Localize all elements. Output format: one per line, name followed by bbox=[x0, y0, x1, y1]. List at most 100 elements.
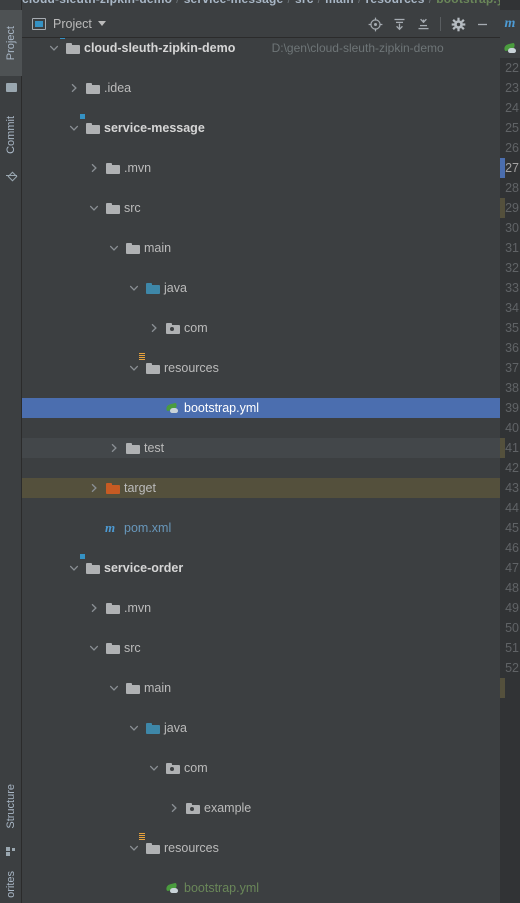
chevron-right-icon[interactable] bbox=[68, 82, 80, 94]
chevron-right-icon[interactable] bbox=[108, 442, 120, 454]
chevron-down-icon[interactable] bbox=[128, 282, 140, 294]
chevron-right-icon[interactable] bbox=[88, 162, 100, 174]
strip-button-project[interactable]: Project bbox=[0, 10, 22, 76]
gutter-line-number: 47 bbox=[505, 561, 519, 575]
tree-row[interactable]: cloud-sleuth-zipkin-demo D:\gen\cloud-sle… bbox=[22, 38, 500, 58]
tree-row[interactable]: java bbox=[22, 718, 500, 738]
tree-row-icon bbox=[125, 680, 141, 696]
project-panel-header: Project bbox=[22, 10, 500, 38]
tree-row[interactable]: .mvn bbox=[22, 598, 500, 618]
gutter-line-number: 28 bbox=[505, 181, 519, 195]
tree-row-label: example bbox=[204, 801, 252, 815]
chevron-down-icon[interactable] bbox=[128, 722, 140, 734]
tree-row[interactable]: src bbox=[22, 198, 500, 218]
tree-row-label: src bbox=[124, 201, 141, 215]
tree-row[interactable]: com bbox=[22, 318, 500, 338]
tree-row[interactable]: java bbox=[22, 278, 500, 298]
chevron-right-icon[interactable] bbox=[88, 602, 100, 614]
tree-row-icon bbox=[80, 114, 101, 136]
tree-row-icon bbox=[105, 200, 121, 216]
strip-label-favorites: orites bbox=[5, 871, 17, 898]
chevron-right-icon[interactable] bbox=[148, 322, 160, 334]
gutter-line-number: 22 bbox=[505, 61, 519, 75]
chevron-down-icon[interactable] bbox=[128, 362, 140, 374]
tree-row-label: .idea bbox=[104, 81, 132, 95]
tree-row[interactable]: service-message bbox=[22, 114, 500, 138]
tree-row-icon bbox=[165, 880, 181, 896]
tree-row-label: resources bbox=[164, 841, 219, 855]
tree-row[interactable]: bootstrap.yml bbox=[22, 398, 500, 418]
tree-row[interactable]: com bbox=[22, 758, 500, 778]
tree-row-icon bbox=[125, 240, 141, 256]
chevron-down-icon[interactable] bbox=[108, 242, 120, 254]
chevron-down-icon[interactable] bbox=[108, 682, 120, 694]
tree-row[interactable]: bootstrap.yml bbox=[22, 878, 500, 898]
tree-row-icon bbox=[105, 160, 121, 176]
settings-gear-icon[interactable] bbox=[446, 12, 470, 36]
chevron-down-icon[interactable] bbox=[88, 642, 100, 654]
tree-row[interactable]: main bbox=[22, 678, 500, 698]
editor-gutter: m 22 23 24 25 26 27 28 29 30 31 32 33 34 35 36 37 38 39 40… bbox=[500, 0, 520, 903]
tree-row[interactable]: src bbox=[22, 638, 500, 658]
gutter-marker bbox=[500, 438, 505, 458]
gutter-line-number: 50 bbox=[505, 621, 519, 635]
gutter-line-number: 49 bbox=[505, 601, 519, 615]
tree-row-label: .mvn bbox=[124, 161, 152, 175]
strip-button-structure[interactable]: Structure bbox=[0, 770, 22, 842]
editor-tab-maven-icon[interactable]: m bbox=[500, 10, 520, 38]
strip-button-folder[interactable] bbox=[0, 76, 22, 98]
tree-row-label: com bbox=[184, 761, 208, 775]
tree-row-label: service-message bbox=[104, 121, 205, 135]
gutter-line-number: 51 bbox=[505, 641, 519, 655]
tree-row[interactable]: resources bbox=[22, 832, 500, 858]
chevron-right-icon[interactable] bbox=[88, 482, 100, 494]
chevron-down-icon[interactable] bbox=[68, 562, 80, 574]
gutter-line-number: 33 bbox=[505, 281, 519, 295]
gutter-line-number: 30 bbox=[505, 221, 519, 235]
tree-row-label: target bbox=[124, 481, 156, 495]
structure-icon bbox=[0, 842, 22, 860]
tree-row[interactable]: target bbox=[22, 478, 500, 498]
chevron-right-icon[interactable] bbox=[168, 802, 180, 814]
tree-row[interactable]: .idea bbox=[22, 78, 500, 98]
chevron-down-icon[interactable] bbox=[148, 762, 160, 774]
breadcrumb[interactable]: cloud-sleuth-zipkin-demo/service-message… bbox=[0, 0, 520, 10]
tree-row[interactable]: service-order bbox=[22, 554, 500, 578]
gutter-line-number: 38 bbox=[505, 381, 519, 395]
tree-row[interactable]: main bbox=[22, 238, 500, 258]
chevron-down-icon[interactable] bbox=[68, 122, 80, 134]
tree-row[interactable]: example bbox=[22, 798, 500, 818]
tree-row-label: .mvn bbox=[124, 601, 152, 615]
chevron-down-icon[interactable] bbox=[48, 42, 60, 54]
tree-row[interactable]: m pom.xml bbox=[22, 518, 500, 538]
strip-button-favorites[interactable]: orites bbox=[0, 866, 22, 903]
gutter-line-number: 40 bbox=[505, 421, 519, 435]
chevron-down-icon[interactable] bbox=[97, 21, 106, 26]
strip-button-commit[interactable]: Commit bbox=[0, 104, 22, 166]
strip-label-project: Project bbox=[5, 25, 17, 61]
tree-row-label: cloud-sleuth-zipkin-demo bbox=[84, 41, 236, 55]
expand-all-icon[interactable] bbox=[387, 12, 411, 36]
tree-row-label: bootstrap.yml bbox=[184, 401, 260, 415]
chevron-down-icon[interactable] bbox=[128, 842, 140, 854]
tree-row-icon bbox=[145, 720, 161, 736]
tree-row-icon bbox=[60, 38, 81, 56]
toolbar-divider bbox=[440, 17, 441, 31]
collapse-all-icon[interactable] bbox=[411, 12, 435, 36]
tree-row[interactable]: test bbox=[22, 438, 500, 458]
locate-icon[interactable] bbox=[363, 12, 387, 36]
tree-row[interactable]: .mvn bbox=[22, 158, 500, 178]
project-view-icon bbox=[32, 17, 46, 30]
gutter-line-number: 32 bbox=[505, 261, 519, 275]
project-tree[interactable]: cloud-sleuth-zipkin-demo D:\gen\cloud-sle… bbox=[22, 38, 500, 903]
tree-row[interactable]: resources bbox=[22, 352, 500, 378]
hide-icon[interactable] bbox=[470, 12, 494, 36]
tree-row-label: test bbox=[144, 441, 165, 455]
chevron-down-icon[interactable] bbox=[88, 202, 100, 214]
commit-icon bbox=[0, 166, 22, 184]
tree-row-icon bbox=[165, 400, 181, 416]
maven-file-icon: m bbox=[105, 520, 116, 535]
tree-row-label: resources bbox=[164, 361, 219, 375]
gutter-line-number: 25 bbox=[505, 121, 519, 135]
gutter-line-number: 48 bbox=[505, 581, 519, 595]
